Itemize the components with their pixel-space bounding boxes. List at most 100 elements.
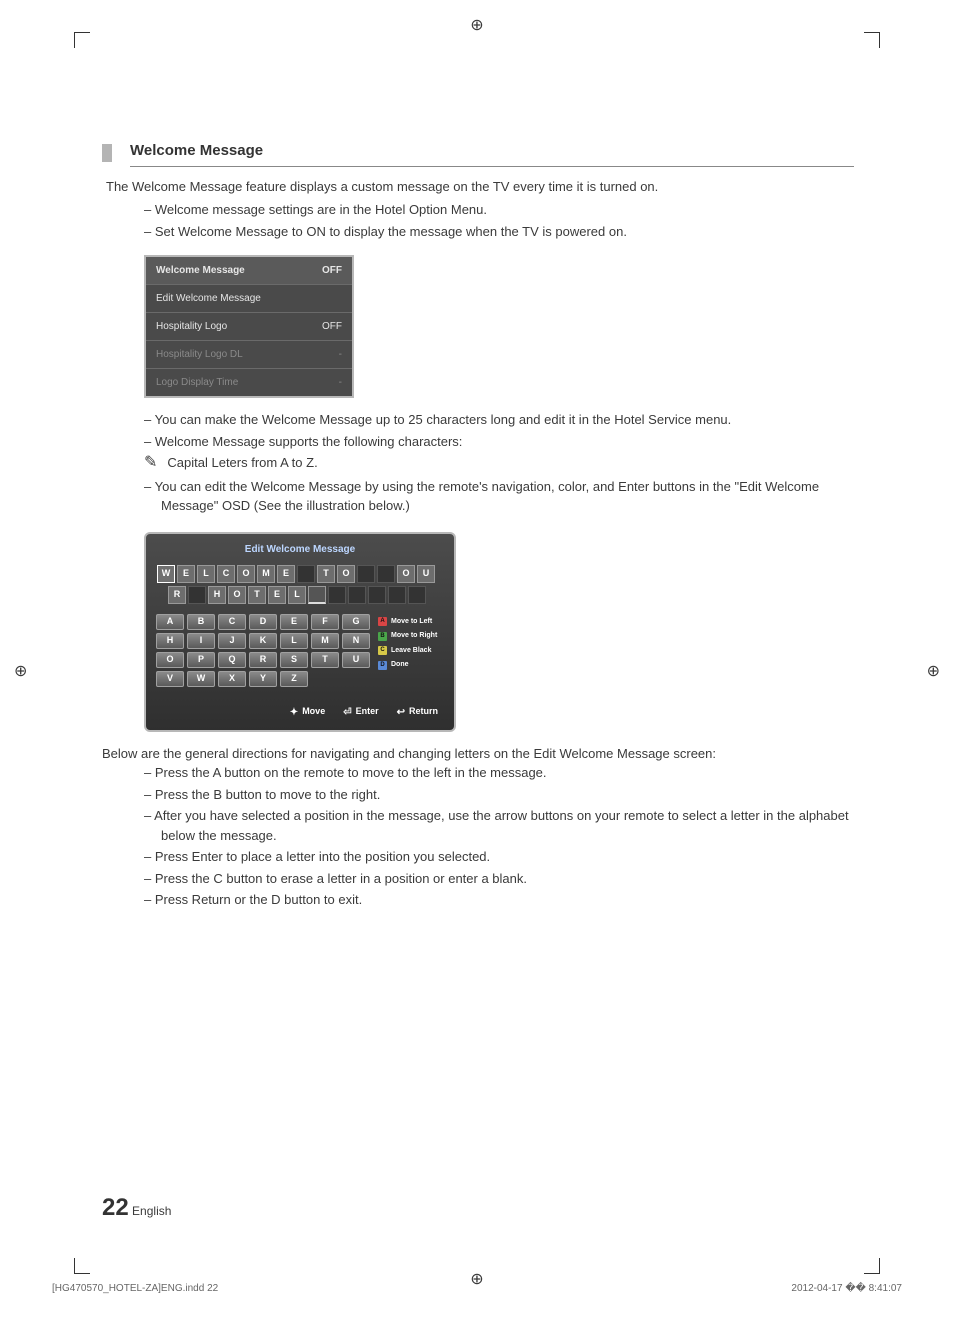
message-char-cell[interactable]	[408, 586, 426, 604]
settings-row[interactable]: Welcome MessageOFF	[146, 257, 352, 285]
message-char-cell[interactable]: U	[417, 565, 435, 583]
letter-button[interactable]: W	[187, 671, 215, 687]
settings-value: OFF	[322, 263, 342, 278]
message-char-cell[interactable]: T	[317, 565, 335, 583]
letter-button[interactable]: I	[187, 633, 215, 649]
letter-button[interactable]: S	[280, 652, 308, 668]
directions-list: Press the A button on the remote to move…	[144, 763, 854, 910]
color-key-icon: D	[378, 661, 387, 670]
nav-hint: ⏎ Enter	[343, 705, 378, 720]
letter-button[interactable]: H	[156, 633, 184, 649]
letter-button[interactable]: L	[280, 633, 308, 649]
letter-button[interactable]: E	[280, 614, 308, 630]
settings-row[interactable]: Hospitality Logo OFF	[146, 313, 352, 341]
settings-label: Hospitality Logo	[156, 319, 227, 334]
list-item: You can make the Welcome Message up to 2…	[144, 410, 854, 430]
message-char-cell[interactable]	[348, 586, 366, 604]
message-char-cell[interactable]	[328, 586, 346, 604]
note-text: Capital Leters from A to Z.	[167, 453, 317, 473]
message-char-cell[interactable]: E	[177, 565, 195, 583]
message-char-cell[interactable]: M	[257, 565, 275, 583]
message-char-cell[interactable]: E	[268, 586, 286, 604]
letter-button[interactable]: K	[249, 633, 277, 649]
message-char-cell[interactable]: O	[337, 565, 355, 583]
letter-button[interactable]: C	[218, 614, 246, 630]
letter-button[interactable]: O	[156, 652, 184, 668]
message-char-cell[interactable]: H	[208, 586, 226, 604]
message-char-cell[interactable]: O	[397, 565, 415, 583]
message-char-cell[interactable]: L	[288, 586, 306, 604]
registration-mark-top-icon: ⊕	[470, 14, 483, 38]
settings-label: Logo Display Time	[156, 375, 238, 390]
letter-button[interactable]: U	[342, 652, 370, 668]
nav-label: Return	[409, 705, 438, 719]
message-char-cell[interactable]: L	[197, 565, 215, 583]
message-char-cell[interactable]	[308, 586, 326, 604]
crop-mark	[864, 32, 880, 48]
message-char-cell[interactable]: R	[168, 586, 186, 604]
letter-button[interactable]: Q	[218, 652, 246, 668]
nav-hint: ✦Move	[290, 705, 325, 720]
bullet-list-1: Welcome message settings are in the Hote…	[144, 200, 854, 241]
message-char-cell[interactable]	[297, 565, 315, 583]
letter-button[interactable]: F	[311, 614, 339, 630]
letter-button[interactable]: R	[249, 652, 277, 668]
list-item: You can edit the Welcome Message by usin…	[144, 477, 854, 516]
crop-mark	[74, 1258, 90, 1274]
letter-grid: ABCDEFG HIJKLMN OPQRSTU VWXYZ	[156, 614, 370, 687]
letter-button[interactable]: M	[311, 633, 339, 649]
message-char-cell[interactable]: W	[157, 565, 175, 583]
settings-row[interactable]: Logo Display Time-	[146, 369, 352, 396]
page-language: English	[132, 1204, 171, 1218]
letter-button[interactable]: X	[218, 671, 246, 687]
list-item: After you have selected a position in th…	[144, 806, 854, 845]
legend-label: Move to Right	[391, 631, 437, 642]
letter-button[interactable]: J	[218, 633, 246, 649]
message-char-cell[interactable]: O	[237, 565, 255, 583]
message-char-cell[interactable]	[377, 565, 395, 583]
list-item: Press the A button on the remote to move…	[144, 763, 854, 783]
list-item: Press the C button to erase a letter in …	[144, 869, 854, 889]
list-item: Set Welcome Message to ON to display the…	[144, 222, 854, 242]
nav-icon: ⏎	[343, 705, 351, 720]
color-key-icon: A	[378, 617, 387, 626]
letter-button[interactable]: P	[187, 652, 215, 668]
note-icon: ✎	[144, 453, 157, 472]
list-item: Press Enter to place a letter into the p…	[144, 847, 854, 867]
message-char-cell[interactable]	[388, 586, 406, 604]
message-char-cell[interactable]	[357, 565, 375, 583]
legend-label: Leave Black	[391, 646, 431, 657]
letter-button[interactable]: G	[342, 614, 370, 630]
message-char-cell[interactable]: E	[277, 565, 295, 583]
message-char-cell[interactable]: C	[217, 565, 235, 583]
nav-icon: ✦	[290, 705, 298, 720]
list-item: Welcome Message supports the following c…	[144, 432, 854, 452]
letter-button[interactable]: V	[156, 671, 184, 687]
letter-button[interactable]: A	[156, 614, 184, 630]
letter-button[interactable]: D	[249, 614, 277, 630]
print-timestamp: 2012-04-17 �� 8:41:07	[791, 1281, 902, 1296]
list-item: Press Return or the D button to exit.	[144, 890, 854, 910]
letter-button[interactable]: B	[187, 614, 215, 630]
settings-row[interactable]: Hospitality Logo DL-	[146, 341, 352, 369]
legend-label: Done	[391, 660, 409, 671]
message-row-1: WELCOMETOOU	[152, 565, 448, 583]
settings-value: OFF	[322, 319, 342, 334]
print-footer: [HG470570_HOTEL-ZA]ENG.indd 22 2012-04-1…	[52, 1281, 902, 1296]
letter-button[interactable]: Y	[249, 671, 277, 687]
color-key-icon: C	[378, 646, 387, 655]
letter-button[interactable]: T	[311, 652, 339, 668]
section-bar-icon	[102, 144, 112, 162]
message-char-cell[interactable]: T	[248, 586, 266, 604]
letter-button[interactable]: N	[342, 633, 370, 649]
message-char-cell[interactable]	[368, 586, 386, 604]
crop-mark	[74, 32, 90, 48]
panel-bottom-nav: ✦Move⏎Enter↩Return	[152, 701, 448, 724]
registration-mark-right-icon: ⊕	[927, 660, 940, 684]
nav-label: Enter	[356, 705, 379, 719]
letter-button[interactable]: Z	[280, 671, 308, 687]
message-char-cell[interactable]	[188, 586, 206, 604]
list-item: Press the B button to move to the right.	[144, 785, 854, 805]
message-char-cell[interactable]: O	[228, 586, 246, 604]
settings-row[interactable]: Edit Welcome Message	[146, 285, 352, 313]
